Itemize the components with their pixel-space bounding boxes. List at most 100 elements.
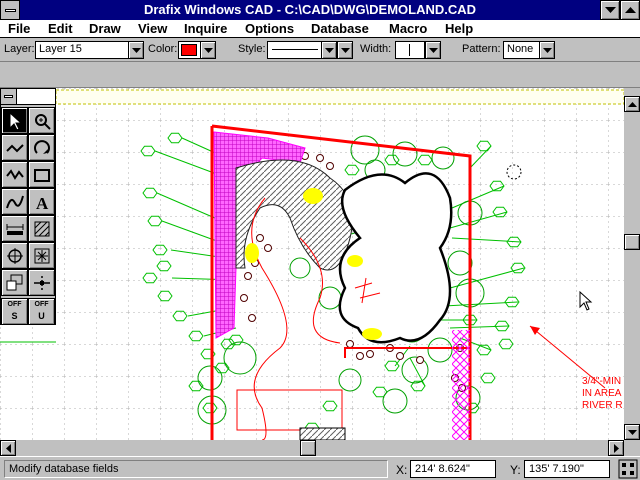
status-message: Modify database fields	[4, 460, 388, 478]
menu-edit[interactable]: Edit	[48, 21, 73, 36]
polyline-tool-button[interactable]	[1, 134, 28, 161]
rectangle-tool-button[interactable]	[28, 161, 55, 188]
vertical-scroll-thumb[interactable]	[624, 234, 640, 250]
layer-dropdown-button[interactable]	[128, 41, 144, 59]
color-dropdown-button[interactable]	[200, 41, 216, 59]
spline-tool-icon	[6, 195, 24, 209]
ortho-toggle-letter: U	[38, 311, 45, 321]
vertical-scrollbar[interactable]	[624, 88, 640, 440]
palette-title-bar[interactable]	[1, 89, 55, 105]
menu-inquire[interactable]: Inquire	[184, 21, 227, 36]
color-combo[interactable]	[178, 41, 202, 59]
annotation-line-2: IN AREA	[582, 388, 622, 399]
layer-label: Layer:	[4, 43, 35, 55]
ortho-toggle-button[interactable]: OFF U	[28, 298, 55, 325]
menu-database[interactable]: Database	[311, 21, 369, 36]
dimension-tool-button[interactable]	[1, 215, 28, 242]
text-tool-icon: A	[36, 194, 49, 211]
cad-window: Drafix Windows CAD - C:\CAD\DWG\DEMOLAND…	[0, 0, 640, 480]
drawing-canvas[interactable]: 3/4"-MIN IN AREA RIVER R	[0, 88, 624, 440]
snap-toggle-letter: S	[11, 311, 18, 321]
style-spin-button[interactable]	[337, 41, 353, 59]
symbol-tool-button[interactable]	[28, 242, 55, 269]
layer-move-tool-button[interactable]	[1, 269, 28, 296]
system-menu-icon	[4, 95, 13, 98]
status-bar: Modify database fields X: 214' 8.624" Y:…	[0, 456, 640, 480]
hatch-tool-button[interactable]	[28, 215, 55, 242]
trim-tool-icon	[34, 276, 50, 290]
layer-move-tool-icon	[6, 274, 23, 291]
pattern-label: Pattern:	[462, 43, 501, 55]
snap-toggle-button[interactable]: OFF S	[1, 298, 28, 325]
text-tool-button[interactable]: A	[28, 188, 55, 215]
style-label: Style:	[238, 43, 266, 55]
rectangle-tool-icon	[34, 169, 50, 182]
style-combo[interactable]	[267, 41, 323, 59]
scroll-right-button[interactable]	[608, 440, 624, 456]
x-coordinate-label: X:	[396, 463, 408, 477]
system-menu-button[interactable]	[0, 0, 20, 20]
width-label: Width:	[360, 43, 392, 55]
scrollbar-corner	[624, 440, 640, 456]
scroll-down-button[interactable]	[624, 424, 640, 440]
menu-file[interactable]: File	[8, 21, 30, 36]
color-label: Color:	[148, 43, 178, 55]
pointer-tool-icon	[9, 112, 23, 130]
annotation-line-3: RIVER R	[582, 400, 623, 411]
chevron-down-icon	[341, 48, 350, 53]
tool-palette: A OFF S OFF U	[0, 88, 56, 325]
menu-options[interactable]: Options	[245, 21, 294, 36]
chevron-right-icon	[614, 444, 619, 453]
trim-tool-button[interactable]	[28, 269, 55, 296]
minimize-icon	[605, 7, 616, 13]
menu-help[interactable]: Help	[445, 21, 473, 36]
arc-tool-icon	[34, 140, 50, 154]
line-style-sample	[272, 49, 318, 50]
style-dropdown-button[interactable]	[321, 41, 337, 59]
ortho-toggle-state: OFF	[34, 301, 49, 308]
pattern-combo[interactable]: None	[503, 41, 541, 59]
property-toolbar: Layer: Layer 15 Color: Style: Width: Pat…	[0, 38, 640, 62]
zoom-tool-button[interactable]	[28, 107, 55, 134]
width-dropdown-button[interactable]	[425, 41, 441, 59]
chevron-down-icon	[132, 48, 141, 53]
chevron-down-icon	[628, 430, 637, 435]
menu-draw[interactable]: Draw	[89, 21, 121, 36]
snap-toggle-state: OFF	[7, 301, 22, 308]
horizontal-scroll-thumb[interactable]	[300, 440, 316, 456]
curve-tool-button[interactable]	[1, 161, 28, 188]
menu-view[interactable]: View	[138, 21, 167, 36]
site-plan-drawing: 3/4"-MIN IN AREA RIVER R	[0, 88, 624, 440]
toolbar-band	[0, 62, 640, 88]
minimize-button[interactable]	[600, 0, 620, 20]
scroll-left-button[interactable]	[0, 440, 16, 456]
pattern-dropdown-button[interactable]	[539, 41, 555, 59]
horizontal-scrollbar[interactable]	[0, 440, 624, 456]
y-coordinate-value: 135' 7.190"	[524, 460, 610, 478]
maximize-button[interactable]	[620, 0, 640, 20]
chevron-down-icon	[429, 48, 438, 53]
title-bar[interactable]: Drafix Windows CAD - C:\CAD\DWG\DEMOLAND…	[0, 0, 640, 20]
polyline-tool-icon	[6, 144, 24, 153]
layer-combo[interactable]: Layer 15	[35, 41, 130, 59]
width-combo[interactable]	[395, 41, 425, 59]
arc-tool-button[interactable]	[28, 134, 55, 161]
curve-tool-icon	[6, 169, 24, 180]
palette-system-menu[interactable]	[1, 89, 17, 104]
menu-bar: File Edit Draw View Inquire Options Data…	[0, 20, 640, 38]
size-grip-icon[interactable]	[618, 459, 638, 479]
chevron-up-icon	[628, 102, 637, 107]
spline-tool-button[interactable]	[1, 188, 28, 215]
pointer-tool-button[interactable]	[1, 107, 28, 134]
svg-text:A: A	[36, 194, 49, 211]
hatch-tool-icon	[34, 221, 50, 237]
scroll-up-button[interactable]	[624, 96, 640, 112]
snap-point-tool-button[interactable]	[1, 242, 28, 269]
dimension-tool-icon	[6, 224, 24, 235]
system-menu-icon	[5, 9, 16, 12]
window-title: Drafix Windows CAD - C:\CAD\DWG\DEMOLAND…	[143, 2, 477, 17]
menu-macro[interactable]: Macro	[389, 21, 427, 36]
line-width-sample	[409, 44, 410, 56]
color-swatch	[181, 44, 197, 56]
annotation-line-1: 3/4"-MIN	[582, 376, 621, 387]
